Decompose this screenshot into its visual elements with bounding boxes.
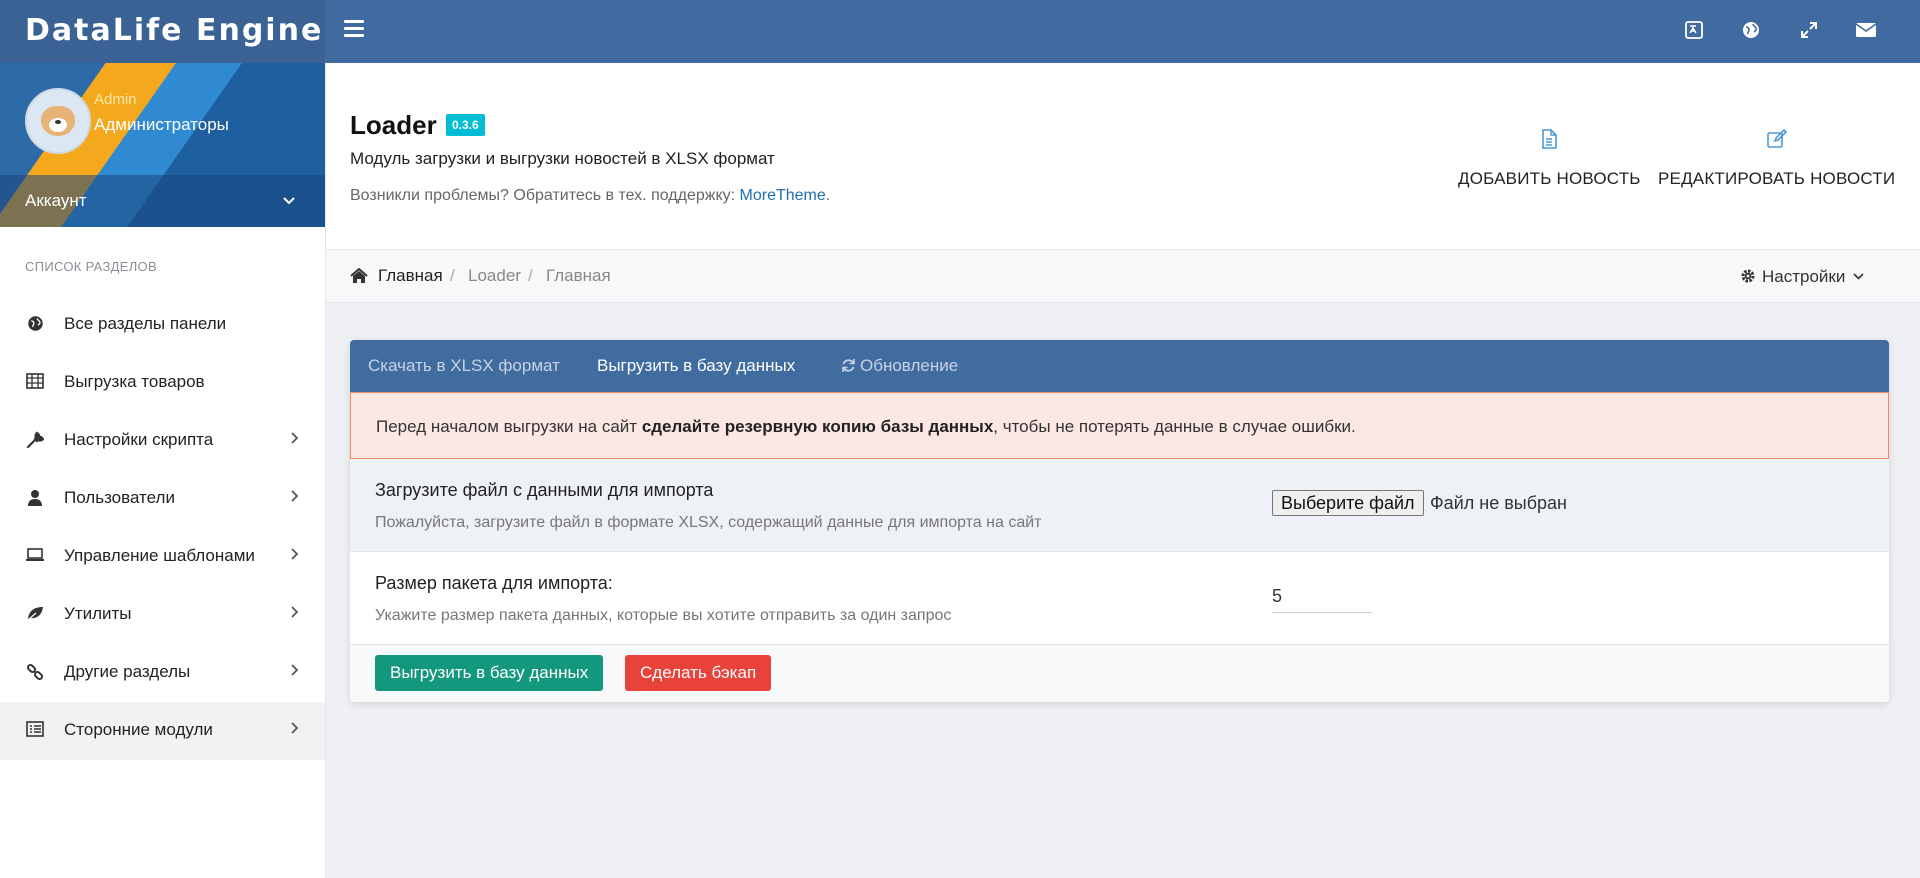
edit-news-label: РЕДАКТИРОВАТЬ НОВОСТИ [1658,169,1896,188]
batch-size-input[interactable] [1272,580,1372,613]
card-actions: Выгрузить в базу данных Сделать бэкап [350,645,1889,702]
leaf-icon [25,605,45,625]
sidebar-item-all-sections[interactable]: Все разделы панели [0,296,325,354]
sidebar-item-other-sections[interactable]: Другие разделы [0,644,325,702]
tab-upload-db[interactable]: Выгрузить в базу данных [597,356,795,376]
sidebar-item-export-products[interactable]: Выгрузка товаров [0,354,325,412]
breadcrumb-separator: / [450,266,455,285]
file-upload-title: Загрузите файл с данными для импорта [375,480,714,500]
add-news-label: ДОБАВИТЬ НОВОСТЬ [1458,169,1641,188]
chevron-down-icon [1853,266,1864,286]
globe-icon [25,315,45,335]
file-upload-row: Загрузите файл с данными для импорта Пож… [350,459,1889,552]
page-title: Loader [350,110,437,140]
sidebar-item-label: Управление шаблонами [64,546,255,565]
chevron-right-icon [290,488,299,508]
file-upload-hint: Пожалуйста, загрузите файл в формате XLS… [375,514,1042,531]
support-link[interactable]: MoreTheme [740,187,826,204]
account-toggle[interactable]: Аккаунт [0,175,325,227]
profile-panel: Admin Администраторы Аккаунт [0,63,325,227]
version-badge: 0.3.6 [446,114,485,136]
settings-dropdown[interactable]: Настройки [1740,266,1864,289]
tab-download-xlsx[interactable]: Скачать в XLSX формат [368,356,560,376]
tabs: Скачать в XLSX формат Выгрузить в базу д… [350,340,1889,392]
backup-warning-alert: Перед началом выгрузки на сайт сделайте … [350,392,1889,459]
hamburger-menu-icon[interactable] [344,20,364,40]
file-icon [1458,129,1641,155]
chevron-down-icon [282,193,296,209]
sidebar-item-users[interactable]: Пользователи [0,470,325,528]
account-label: Аккаунт [25,191,87,210]
page-description: Модуль загрузки и выгрузки новостей в XL… [350,149,775,168]
profile-name[interactable]: Admin [94,91,137,108]
sidebar-menu: Все разделы панели Выгрузка товаров Наст… [0,296,325,760]
sidebar-item-utilities[interactable]: Утилиты [0,586,325,644]
brand-title: DataLife Engine [25,13,324,48]
globe-icon[interactable] [1739,20,1763,44]
sidebar-item-third-party-modules[interactable]: Сторонние модули [0,702,325,760]
top-bar: DataLife Engine [0,0,1920,63]
make-backup-button[interactable]: Сделать бэкап [625,655,772,691]
batch-size-row: Размер пакета для импорта: Укажите разме… [350,552,1889,645]
sidebar-item-label: Другие разделы [64,662,191,681]
file-status: Файл не выбран [1430,493,1567,513]
alert-text: Перед началом выгрузки на сайт сделайте … [376,417,1356,436]
profile-group: Администраторы [94,115,229,134]
sidebar-item-label: Пользователи [64,488,175,507]
brand[interactable]: DataLife Engine [0,0,325,63]
tab-update[interactable]: Обновление [841,356,958,378]
sidebar-item-templates[interactable]: Управление шаблонами [0,528,325,586]
sidebar-item-label: Выгрузка товаров [64,372,205,391]
user-icon [25,489,45,509]
sidebar-item-label: Настройки скрипта [64,430,214,449]
support-text: Возникли проблемы? Обратитесь в тех. под… [350,187,831,204]
sidebar-item-label: Все разделы панели [64,314,227,333]
page-header: Loader 0.3.6 Модуль загрузки и выгрузки … [326,63,1920,250]
chevron-right-icon [290,720,299,740]
breadcrumb: Главная / Loader / Главная Настройки [326,250,1920,303]
home-icon [350,267,368,289]
laptop-icon [25,547,45,567]
link-icon [25,663,45,683]
sidebar: Admin Администраторы Аккаунт Список разд… [0,63,326,878]
expand-icon[interactable] [1797,20,1821,44]
avatar[interactable] [25,88,91,154]
breadcrumb-loader[interactable]: Loader [468,266,521,286]
chevron-right-icon [290,430,299,450]
sidebar-item-label: Сторонние модули [64,720,213,739]
loader-card: Скачать в XLSX формат Выгрузить в базу д… [350,340,1889,702]
breadcrumb-home[interactable]: Главная [378,266,443,286]
settings-label: Настройки [1762,267,1846,286]
chevron-right-icon [290,662,299,682]
list-alt-icon [25,721,45,741]
batch-size-hint: Укажите размер пакета данных, которые вы… [375,607,952,624]
envelope-icon[interactable] [1854,20,1878,44]
gear-icon [1740,268,1756,289]
edit-icon [1658,128,1895,155]
sidebar-item-label: Утилиты [64,604,132,623]
translate-icon[interactable] [1682,20,1706,44]
edit-news-button[interactable]: РЕДАКТИРОВАТЬ НОВОСТИ [1658,128,1896,189]
chevron-right-icon [290,546,299,566]
choose-file-button[interactable]: Выберите файл [1272,490,1424,516]
refresh-icon [841,358,856,378]
add-news-button[interactable]: ДОБАВИТЬ НОВОСТЬ [1458,129,1641,189]
batch-size-title: Размер пакета для импорта: [375,573,613,593]
section-title: Список разделов [25,259,157,274]
table-icon [25,373,45,393]
breadcrumb-current: Главная [546,266,611,285]
sidebar-item-script-settings[interactable]: Настройки скрипта [0,412,325,470]
chevron-right-icon [290,604,299,624]
breadcrumb-separator: / [528,266,533,285]
tab-update-label: Обновление [860,356,959,375]
wrench-icon [25,431,45,451]
upload-to-db-button[interactable]: Выгрузить в базу данных [375,655,604,691]
